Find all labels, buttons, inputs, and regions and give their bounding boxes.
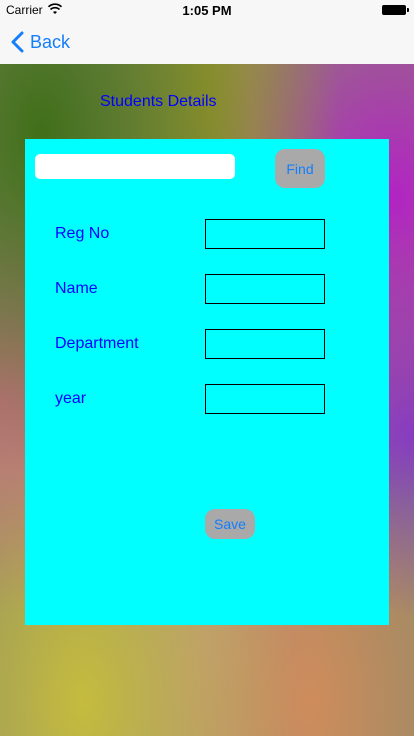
clock: 1:05 PM: [182, 3, 232, 18]
department-label: Department: [55, 335, 139, 352]
year-field[interactable]: [205, 384, 325, 414]
battery-icon: [382, 5, 409, 15]
page-title: Students Details: [100, 93, 217, 110]
name-label: Name: [55, 280, 98, 297]
back-button[interactable]: Back: [10, 28, 70, 56]
year-label: year: [55, 390, 87, 407]
find-button[interactable]: Find: [275, 149, 325, 188]
student-form-panel: Find Reg No Name Department year Save: [25, 139, 389, 625]
save-button[interactable]: Save: [205, 509, 255, 539]
reg-no-label: Reg No: [55, 225, 110, 242]
reg-no-field[interactable]: [205, 219, 325, 249]
search-input[interactable]: [35, 154, 235, 179]
name-field[interactable]: [205, 274, 325, 304]
chevron-left-icon: [11, 31, 24, 53]
back-label: Back: [30, 31, 71, 52]
status-bar: Carrier 1:05 PM: [0, 0, 414, 20]
department-field[interactable]: [205, 329, 325, 359]
navigation-bar: Back: [0, 20, 414, 65]
